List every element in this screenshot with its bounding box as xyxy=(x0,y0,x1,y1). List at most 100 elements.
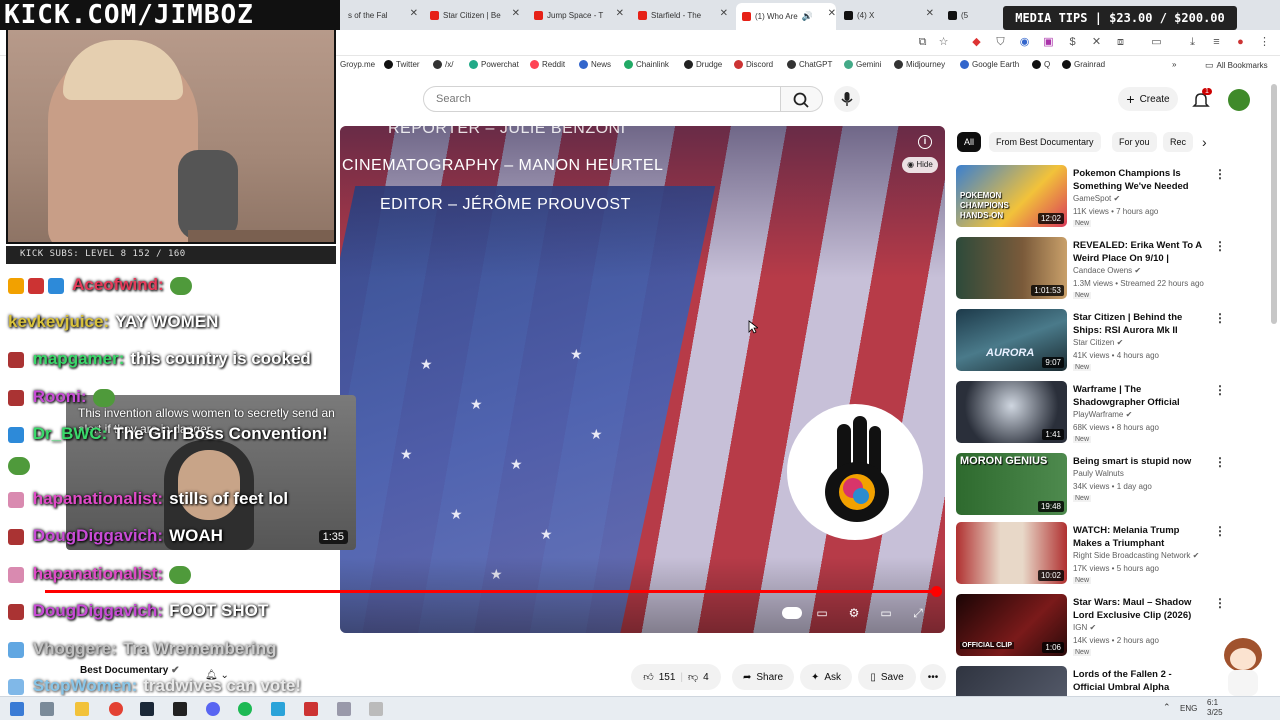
more-vert-icon[interactable]: ⋮ xyxy=(1214,524,1226,538)
all-bookmarks[interactable]: ▭ All Bookmarks xyxy=(1205,60,1268,71)
chevron-right-icon[interactable]: › xyxy=(1202,134,1207,150)
bookmark[interactable]: Gemini xyxy=(844,60,881,69)
video-thumbnail[interactable]: AURORA 9:07 xyxy=(956,309,1067,371)
progress-scrubber[interactable] xyxy=(931,586,942,597)
bookmark[interactable]: Drudge xyxy=(684,60,722,69)
avatar[interactable] xyxy=(1228,89,1250,111)
browser-tab[interactable]: Starfield - The ✕ xyxy=(638,6,728,24)
bookmark[interactable]: Q xyxy=(1032,60,1050,69)
create-button[interactable]: + Create xyxy=(1118,87,1178,111)
sidebar-icon[interactable]: ▭ xyxy=(1150,36,1163,49)
bookmark[interactable]: Google Earth xyxy=(960,60,1019,69)
video-title[interactable]: Star Wars: Maul – Shadow Lord Exclusive … xyxy=(1073,596,1205,622)
hide-button[interactable]: ◉ Hide xyxy=(902,157,938,173)
bookmark[interactable]: ChatGPT xyxy=(787,60,832,69)
video-title[interactable]: WATCH: Melania Trump Makes a Triumphant … xyxy=(1073,524,1205,550)
thumbs-down-icon[interactable]: 👎︎ xyxy=(688,671,698,683)
channel-name[interactable]: GameSpot ✔ xyxy=(1073,194,1120,203)
recommended-video[interactable]: AURORA 9:07 Star Citizen | Behind the Sh… xyxy=(956,309,1226,375)
language-indicator[interactable]: ENG xyxy=(1180,704,1197,713)
bookmark[interactable]: News xyxy=(579,60,611,69)
bookmark[interactable]: Chainlink xyxy=(624,60,669,69)
speaker-icon[interactable]: 🔊 xyxy=(802,11,813,22)
video-title[interactable]: REVEALED: Erika Went To A Weird Place On… xyxy=(1073,239,1205,265)
browser-tab[interactable]: Star Citizen | Be ✕ xyxy=(430,6,520,24)
app-icon[interactable] xyxy=(369,702,383,716)
file-explorer-icon[interactable] xyxy=(75,702,89,716)
extension-icon[interactable]: ◉ xyxy=(1018,36,1031,49)
channel-name[interactable]: Right Side Broadcasting Network ✔ xyxy=(1073,551,1199,560)
more-vert-icon[interactable]: ⋮ xyxy=(1214,239,1226,253)
terminal-icon[interactable] xyxy=(173,702,187,716)
voice-search-button[interactable] xyxy=(834,86,860,112)
tray-chevron-icon[interactable]: ⌃ xyxy=(1163,702,1171,713)
video-thumbnail[interactable]: OFFICIAL CLIP 1:06 xyxy=(956,594,1067,656)
puzzle-icon[interactable]: ⧈ xyxy=(1114,36,1127,49)
video-player[interactable]: ★ ★ ★ ★ ★ ★ ★ ★ ★ REPORTER – JULIE BENZO… xyxy=(340,126,945,633)
bookmark[interactable]: Reddit xyxy=(530,60,565,69)
bookmark[interactable]: Groyp.me xyxy=(340,60,375,69)
captions-icon[interactable]: ▭ xyxy=(814,605,830,621)
scrollbar-thumb[interactable] xyxy=(1271,84,1277,324)
video-thumbnail[interactable]: 10:02 xyxy=(956,522,1067,584)
telegram-icon[interactable] xyxy=(271,702,285,716)
recommended-video[interactable]: MORON GENIUS 19:48 Being smart is stupid… xyxy=(956,453,1226,519)
video-title[interactable]: Lords of the Fallen 2 - Official Umbral … xyxy=(1073,668,1205,694)
channel-name[interactable]: Candace Owens ✔ xyxy=(1073,266,1141,275)
shield-icon[interactable]: ⛉ xyxy=(994,36,1007,49)
browser-tab[interactable]: (4) X ✕ xyxy=(844,6,934,24)
share-button[interactable]: ➦ Share xyxy=(732,664,794,690)
recommended-video[interactable]: 10:02 WATCH: Melania Trump Makes a Trium… xyxy=(956,522,1226,588)
bookmark[interactable]: Powerchat xyxy=(469,60,519,69)
spotify-icon[interactable] xyxy=(238,702,252,716)
browser-tab[interactable]: (5 xyxy=(948,6,988,24)
recommended-video[interactable]: 1:41 Warframe | The Shadowgrapher Offici… xyxy=(956,381,1226,447)
video-thumbnail[interactable]: 1:01:53 xyxy=(956,237,1067,299)
channel-name[interactable]: Best Documentary ✔ xyxy=(80,665,180,676)
like-count[interactable]: 151 xyxy=(659,672,676,683)
chip-recent[interactable]: Rec xyxy=(1163,132,1193,152)
progress-bar[interactable] xyxy=(45,590,938,593)
steam-icon[interactable] xyxy=(140,702,154,716)
channel-name[interactable]: PlayWarframe ✔ xyxy=(1073,410,1132,419)
more-vert-icon[interactable]: ⋮ xyxy=(1214,311,1226,325)
recommended-video[interactable]: OFFICIAL CLIP 1:06 Star Wars: Maul – Sha… xyxy=(956,594,1226,660)
more-vert-icon[interactable]: ⋮ xyxy=(1214,383,1226,397)
more-actions-button[interactable]: ••• xyxy=(920,664,946,690)
chip-for-you[interactable]: For you xyxy=(1112,132,1157,152)
chip-all[interactable]: All xyxy=(957,132,982,152)
search-input[interactable]: Search xyxy=(423,86,781,112)
video-title[interactable]: Being smart is stupid now xyxy=(1073,455,1205,468)
video-thumbnail[interactable] xyxy=(956,666,1067,696)
more-vert-icon[interactable]: ⋮ xyxy=(1214,455,1226,469)
close-icon[interactable]: ✕ xyxy=(828,8,836,19)
theater-mode-icon[interactable]: ▭ xyxy=(878,605,894,621)
chrome-icon[interactable] xyxy=(109,702,123,716)
bookmark[interactable]: Discord xyxy=(734,60,773,69)
extension-icon[interactable]: $ xyxy=(1066,36,1079,49)
avatar[interactable]: ● xyxy=(1234,36,1247,49)
video-title[interactable]: Star Citizen | Behind the Ships: RSI Aur… xyxy=(1073,311,1205,337)
chevron-right-icon[interactable]: » xyxy=(1172,60,1176,69)
windows-start-icon[interactable] xyxy=(10,702,24,716)
more-vert-icon[interactable]: ⋮ xyxy=(1214,167,1226,181)
clock[interactable]: 6:1 3/25 xyxy=(1207,698,1223,718)
close-icon[interactable]: ✕ xyxy=(410,8,418,19)
download-icon[interactable]: ⤓ xyxy=(1186,36,1199,49)
browser-tab[interactable]: Jump Space - T ✕ xyxy=(534,6,624,24)
recommended-video[interactable]: Lords of the Fallen 2 - Official Umbral … xyxy=(956,666,1206,696)
channel-name[interactable]: Star Citizen ✔ xyxy=(1073,338,1123,347)
search-button[interactable] xyxy=(781,86,823,112)
video-thumbnail[interactable]: MORON GENIUS 19:48 xyxy=(956,453,1067,515)
extension-icon[interactable]: ▣ xyxy=(1042,36,1055,49)
browser-tab[interactable]: s of the Fal ✕ xyxy=(348,6,418,24)
bookmark[interactable]: Grainrad xyxy=(1062,60,1105,69)
browser-tab-active[interactable]: (1) Who Are 🔊 ✕ xyxy=(736,3,836,30)
info-icon[interactable]: i xyxy=(918,135,932,149)
video-title[interactable]: Warframe | The Shadowgrapher Official Ga… xyxy=(1073,383,1205,409)
autoplay-toggle[interactable] xyxy=(782,607,802,619)
notifications-button[interactable]: 1 xyxy=(1191,88,1212,110)
ask-button[interactable]: ✦ Ask xyxy=(800,664,852,690)
video-thumbnail[interactable]: POKEMON CHAMPIONS HANDS-ON 12:02 xyxy=(956,165,1067,227)
bookmark[interactable]: Midjourney xyxy=(894,60,945,69)
